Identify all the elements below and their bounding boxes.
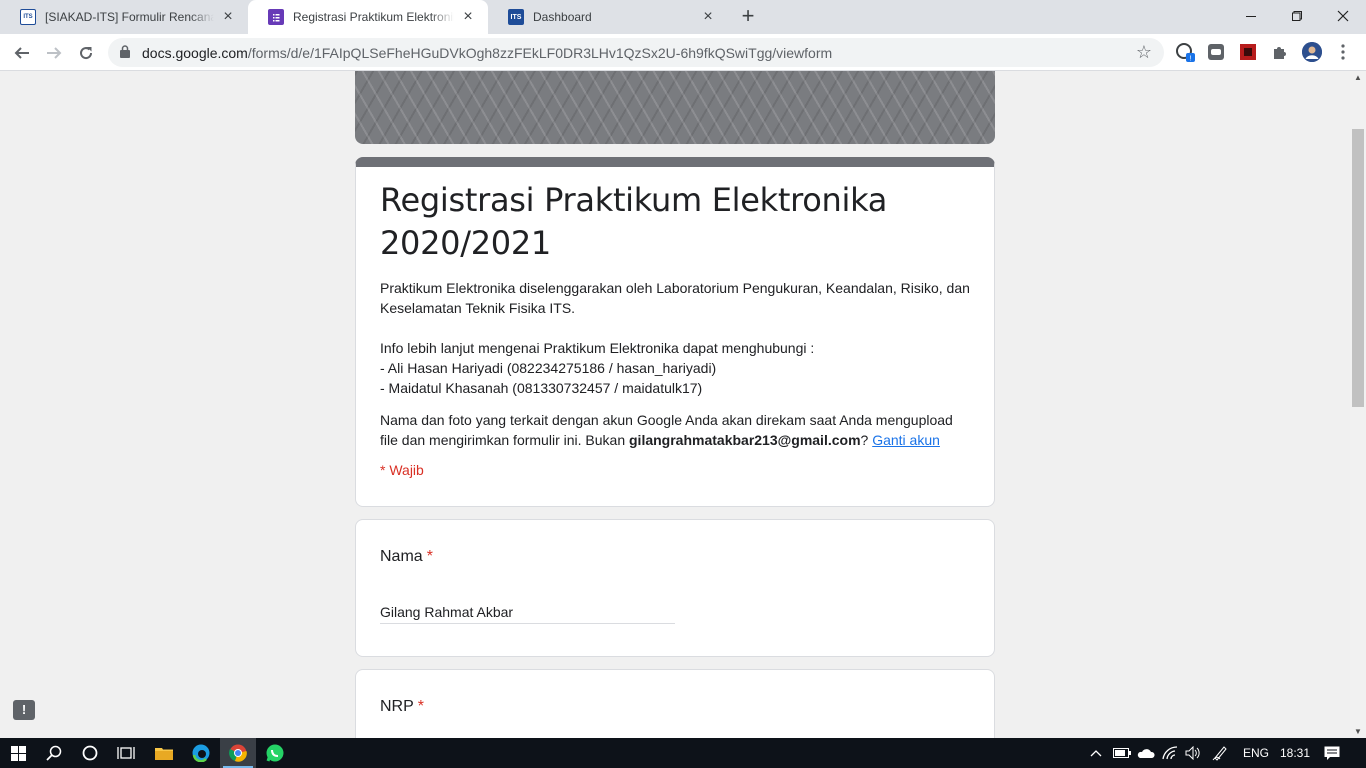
form-title-card: Registrasi Praktikum Elektronika 2020/20… (355, 157, 995, 507)
scrollbar-thumb[interactable] (1352, 129, 1364, 407)
forward-button[interactable] (40, 39, 68, 67)
whatsapp-icon[interactable] (257, 738, 293, 768)
svg-text:!: ! (1190, 56, 1192, 63)
its-favicon-icon: ITS (20, 9, 36, 25)
scroll-down-arrow-icon[interactable]: ▼ (1350, 727, 1366, 736)
form-header-image (355, 71, 995, 144)
switch-account-link[interactable]: Ganti akun (872, 432, 940, 448)
close-window-button[interactable] (1320, 0, 1366, 32)
question-label: NRP * (380, 698, 425, 715)
chrome-menu-icon[interactable] (1333, 42, 1353, 62)
search-icon[interactable] (36, 738, 72, 768)
page-scrollbar[interactable]: ▲ ▼ (1350, 71, 1366, 738)
restore-button[interactable] (1274, 0, 1320, 32)
question-card-nama: Nama * (355, 519, 995, 657)
tab-siakad[interactable]: ITS [SIAKAD-ITS] Formulir Rencana Studi … (0, 0, 248, 34)
tab-registrasi[interactable]: Registrasi Praktikum Elektronika 2020/20… (248, 0, 488, 34)
profile-avatar[interactable] (1302, 42, 1322, 62)
required-asterisk: * (426, 548, 433, 565)
language-indicator[interactable]: ENG (1243, 738, 1269, 768)
address-bar[interactable]: docs.google.com/forms/d/e/1FAIpQLSeFheHG… (108, 38, 1164, 67)
form-description: Praktikum Elektronika diselenggarakan ol… (380, 280, 970, 396)
pen-icon[interactable] (1212, 738, 1232, 768)
extensions-puzzle-icon[interactable] (1270, 42, 1290, 62)
url-text: docs.google.com/forms/d/e/1FAIpQLSeFheHG… (142, 45, 833, 61)
scroll-up-arrow-icon[interactable]: ▲ (1350, 73, 1366, 82)
account-email: gilangrahmatakbar213@gmail.com (629, 432, 861, 448)
onedrive-icon[interactable] (1137, 738, 1157, 768)
back-button[interactable] (8, 39, 36, 67)
its-favicon-icon: ITS (508, 9, 524, 25)
question-label: Nama * (380, 548, 433, 565)
notifications-icon[interactable] (1324, 738, 1342, 768)
clock[interactable]: 18:31 (1280, 738, 1310, 768)
wifi-icon[interactable] (1162, 738, 1182, 768)
reload-button[interactable] (72, 39, 100, 67)
question-card-nrp: NRP * (355, 669, 995, 738)
chrome-taskbar-icon[interactable] (220, 738, 256, 768)
windows-taskbar: ENG 18:31 (0, 738, 1366, 768)
red-extension-icon[interactable] (1238, 42, 1258, 62)
task-view-icon[interactable] (108, 738, 144, 768)
edge-icon[interactable] (183, 738, 219, 768)
tab-dashboard[interactable]: ITS Dashboard × (488, 0, 728, 34)
account-notice: Nama dan foto yang terkait dengan akun G… (380, 412, 953, 448)
lock-icon (120, 45, 130, 58)
extension-icon[interactable]: ! (1175, 42, 1195, 62)
new-tab-button[interactable]: + (737, 5, 759, 27)
form-title: Registrasi Praktikum Elektronika 2020/20… (380, 181, 888, 262)
battery-icon[interactable] (1113, 738, 1133, 768)
tab-label: Registrasi Praktikum Elektronika 2020/20… (293, 10, 454, 24)
volume-icon[interactable] (1185, 738, 1205, 768)
browser-tabstrip: ITS [SIAKAD-ITS] Formulir Rencana Studi … (0, 0, 1366, 34)
close-tab-icon[interactable]: × (460, 9, 476, 25)
google-forms-icon (268, 9, 284, 25)
close-tab-icon[interactable]: × (220, 9, 236, 25)
bookmark-star-icon[interactable]: ☆ (1136, 42, 1152, 63)
start-windows-icon[interactable] (0, 738, 36, 768)
required-asterisk: * (417, 698, 425, 715)
line-extension-icon[interactable] (1206, 42, 1226, 62)
file-explorer-icon[interactable] (146, 738, 182, 768)
browser-toolbar: docs.google.com/forms/d/e/1FAIpQLSeFheHG… (0, 34, 1366, 71)
tab-label: [SIAKAD-ITS] Formulir Rencana Studi (45, 10, 214, 24)
tab-label: Dashboard (533, 10, 592, 24)
feedback-button[interactable]: ! (13, 700, 35, 720)
web-page: Registrasi Praktikum Elektronika 2020/20… (0, 71, 1350, 738)
close-tab-icon[interactable]: × (700, 9, 716, 25)
minimize-button[interactable] (1228, 0, 1274, 32)
required-note: * Wajib (380, 462, 424, 478)
nama-input[interactable] (380, 600, 675, 624)
show-hidden-icons[interactable] (1090, 738, 1106, 768)
cortana-icon[interactable] (72, 738, 108, 768)
